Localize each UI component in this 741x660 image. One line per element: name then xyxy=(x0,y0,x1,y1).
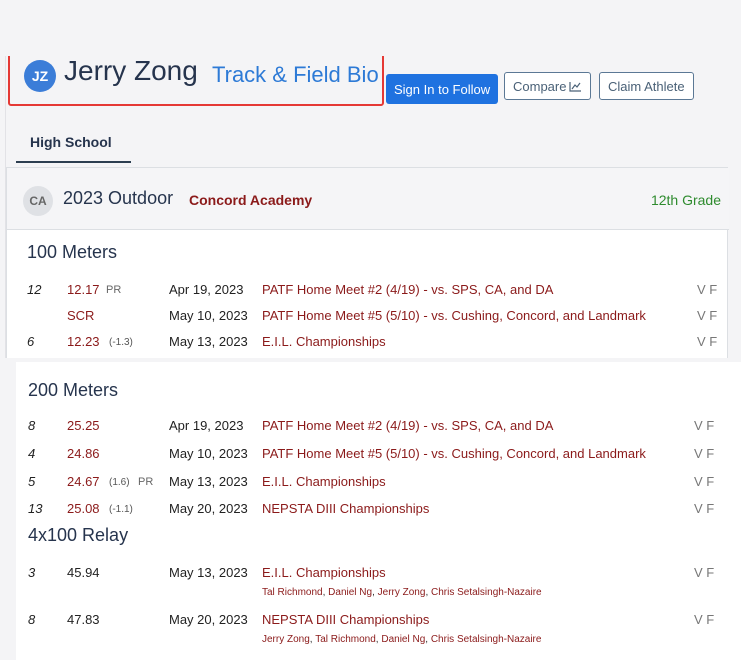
video-film-links[interactable]: V F xyxy=(694,418,714,433)
result-row: 8 47.83 May 20, 2023 NEPSTA DIII Champio… xyxy=(16,612,738,632)
relay-runner[interactable]: Jerry Zong xyxy=(378,587,426,598)
result-date: May 13, 2023 xyxy=(169,474,248,489)
pr-badge: PR xyxy=(138,476,154,488)
result-place: 13 xyxy=(28,501,43,516)
result-place: 5 xyxy=(28,474,36,489)
result-place: 3 xyxy=(28,565,36,580)
result-date: Apr 19, 2023 xyxy=(169,418,244,433)
result-row: 13 25.08 (-1.1) May 20, 2023 NEPSTA DIII… xyxy=(16,501,738,521)
result-row: 5 24.67 (1.6) PR May 13, 2023 E.I.L. Cha… xyxy=(16,474,738,494)
relay-runner[interactable]: Tal Richmond xyxy=(315,634,376,645)
result-row: 8 25.25 Apr 19, 2023 PATF Home Meet #2 (… xyxy=(16,418,738,438)
relay-runner[interactable]: Chris Setalsingh-Nazaire xyxy=(431,634,542,645)
result-mark[interactable]: 12.17 xyxy=(67,282,100,297)
relay-team: Tal Richmond, Daniel Ng, Jerry Zong, Chr… xyxy=(262,587,542,598)
relay-runner[interactable]: Chris Setalsingh-Nazaire xyxy=(431,587,542,598)
event-title: 4x100 Relay xyxy=(28,525,129,545)
result-row: 12 12.17 PR Apr 19, 2023 PATF Home Meet … xyxy=(7,282,729,302)
result-place: 8 xyxy=(28,612,36,627)
result-mark: 45.94 xyxy=(67,565,100,580)
meet-link[interactable]: PATF Home Meet #5 (5/10) - vs. Cushing, … xyxy=(262,446,646,461)
result-place: 8 xyxy=(28,418,36,433)
meet-link[interactable]: NEPSTA DIII Championships xyxy=(262,612,429,627)
result-date: May 13, 2023 xyxy=(169,334,248,349)
result-mark[interactable]: 24.86 xyxy=(67,446,100,461)
event-title: 200 Meters xyxy=(28,380,119,400)
athlete-header-highlight: JZ Jerry Zong Track & Field Bio xyxy=(8,56,384,106)
event-title: 100 Meters xyxy=(27,242,118,262)
athlete-name: Jerry Zong xyxy=(64,56,198,86)
result-date: May 20, 2023 xyxy=(169,501,248,516)
video-film-links[interactable]: V F xyxy=(694,474,714,489)
wind-reading: (-1.1) xyxy=(109,504,133,515)
meet-link[interactable]: NEPSTA DIII Championships xyxy=(262,501,429,516)
sign-in-to-follow-button[interactable]: Sign In to Follow xyxy=(386,74,499,104)
result-place: 12 xyxy=(27,282,42,297)
result-mark[interactable]: 25.08 xyxy=(67,501,100,516)
result-row: 3 45.94 May 13, 2023 E.I.L. Championship… xyxy=(16,565,738,585)
result-date: May 10, 2023 xyxy=(169,308,248,323)
meet-link[interactable]: E.I.L. Championships xyxy=(262,334,386,349)
result-row: 6 12.23 (-1.3) May 13, 2023 E.I.L. Champ… xyxy=(7,334,729,354)
relay-runner[interactable]: Jerry Zong xyxy=(262,634,310,645)
video-film-links[interactable]: V F xyxy=(697,308,717,323)
result-date: May 10, 2023 xyxy=(169,446,248,461)
result-date: May 20, 2023 xyxy=(169,612,248,627)
result-place: 4 xyxy=(28,446,36,461)
season-panel: CA 2023 Outdoor Concord Academy 12th Gra… xyxy=(6,167,729,358)
video-film-links[interactable]: V F xyxy=(697,334,717,349)
claim-athlete-button[interactable]: Claim Athlete xyxy=(599,72,694,100)
result-mark[interactable]: 24.67 xyxy=(67,474,100,489)
school-link[interactable]: Concord Academy xyxy=(189,192,312,208)
meet-link[interactable]: E.I.L. Championships xyxy=(262,474,386,489)
result-date: May 13, 2023 xyxy=(169,565,248,580)
video-film-links[interactable]: V F xyxy=(694,501,714,516)
season-header: CA 2023 Outdoor Concord Academy 12th Gra… xyxy=(7,168,729,230)
compare-label: Compare xyxy=(513,78,567,94)
video-film-links[interactable]: V F xyxy=(694,612,714,627)
line-chart-icon xyxy=(569,81,582,92)
season-title: 2023 Outdoor xyxy=(63,188,174,208)
wind-reading: (-1.3) xyxy=(109,337,133,348)
pr-badge: PR xyxy=(106,284,122,296)
meet-link[interactable]: PATF Home Meet #2 (4/19) - vs. SPS, CA, … xyxy=(262,282,553,297)
video-film-links[interactable]: V F xyxy=(697,282,717,297)
video-film-links[interactable]: V F xyxy=(694,446,714,461)
meet-link[interactable]: E.I.L. Championships xyxy=(262,565,386,580)
relay-runner[interactable]: Daniel Ng xyxy=(381,634,425,645)
relay-runner[interactable]: Tal Richmond xyxy=(262,587,323,598)
result-mark[interactable]: 12.23 xyxy=(67,334,100,349)
result-date: Apr 19, 2023 xyxy=(169,282,244,297)
result-mark[interactable]: SCR xyxy=(67,308,94,323)
tab-high-school[interactable]: High School xyxy=(16,126,131,163)
video-film-links[interactable]: V F xyxy=(694,565,714,580)
athlete-profile-top: JZ Jerry Zong Track & Field Bio Sign In … xyxy=(5,56,741,358)
relay-runner[interactable]: Daniel Ng xyxy=(328,587,372,598)
result-place: 6 xyxy=(27,334,35,349)
result-mark[interactable]: 25.25 xyxy=(67,418,100,433)
athlete-profile-bottom: 200 Meters 8 25.25 Apr 19, 2023 PATF Hom… xyxy=(16,362,741,660)
result-row: 4 24.86 May 10, 2023 PATF Home Meet #5 (… xyxy=(16,446,738,466)
relay-team: Jerry Zong, Tal Richmond, Daniel Ng, Chr… xyxy=(262,634,542,645)
meet-link[interactable]: PATF Home Meet #5 (5/10) - vs. Cushing, … xyxy=(262,308,646,323)
athlete-avatar: JZ xyxy=(24,60,56,92)
bio-label: Track & Field Bio xyxy=(212,62,379,87)
wind-reading: (1.6) xyxy=(109,477,130,488)
meet-link[interactable]: PATF Home Meet #2 (4/19) - vs. SPS, CA, … xyxy=(262,418,553,433)
result-row: SCR May 10, 2023 PATF Home Meet #5 (5/10… xyxy=(7,308,729,328)
compare-button[interactable]: Compare xyxy=(504,72,592,100)
result-mark: 47.83 xyxy=(67,612,100,627)
school-badge: CA xyxy=(23,186,53,216)
grade-label: 12th Grade xyxy=(650,192,721,208)
